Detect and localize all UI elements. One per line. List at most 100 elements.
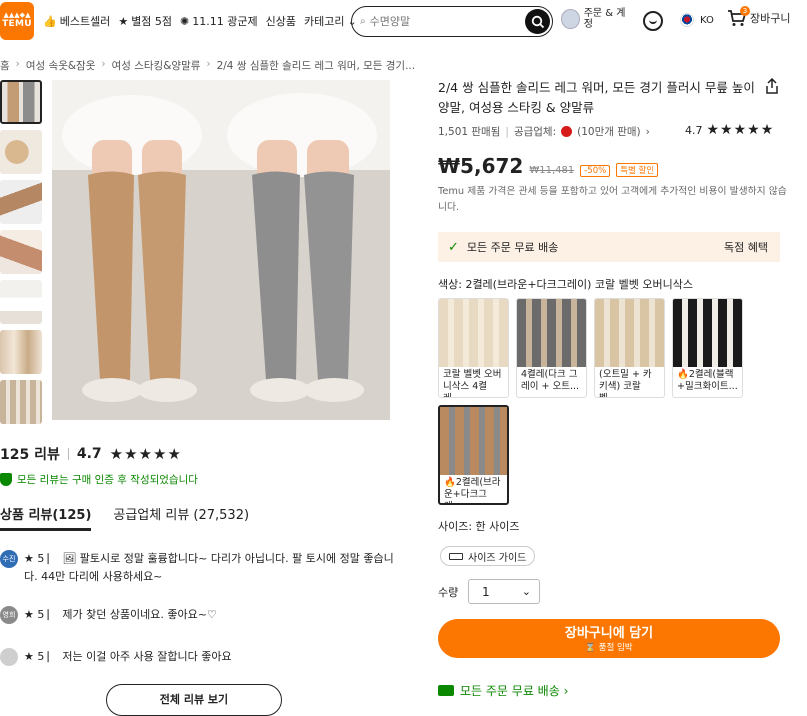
- review-text: ★ 5 ⎸ 제가 찾던 상품이네요. 좋아요~♡: [24, 608, 217, 621]
- verified-text: 모든 리뷰는 구매 인증 후 작성되었습니다: [17, 474, 198, 486]
- color-swatch[interactable]: 4켤레(다크 그레이 + 오트...: [516, 298, 587, 398]
- thumbnail[interactable]: [0, 130, 42, 174]
- color-swatch[interactable]: 코랄 벨벳 오버니삭스 4켤레...: [438, 298, 509, 398]
- size-guide-button[interactable]: 사이즈 가이드: [440, 546, 536, 566]
- avatar[interactable]: 영희: [0, 606, 18, 624]
- temu-logo[interactable]: ▲▲▲◆▲ TEMU: [0, 2, 34, 40]
- main-nav: 👍 베스트셀러 ★ 별점 5점 ✺ 11.11 광군제 신상품 카테고리 ⌄: [43, 13, 357, 29]
- review-rating: 4.7: [76, 446, 102, 462]
- size-guide-label: 사이즈 가이드: [468, 552, 527, 564]
- logo-text: TEMU: [2, 18, 32, 29]
- chevron-down-icon: ⌄: [521, 585, 531, 598]
- search-bar[interactable]: ⌕: [351, 6, 553, 37]
- language-label: KO: [700, 14, 714, 26]
- top-header: ▲▲▲◆▲ TEMU 👍 베스트셀러 ★ 별점 5점 ✺ 11.11 광군제 신상품 카테고리…: [0, 0, 807, 44]
- thumbnail[interactable]: [0, 330, 42, 374]
- breadcrumb-item[interactable]: 2/4 쌍 심플한 솔리드 레그 워머, 모든 경기...: [217, 58, 416, 73]
- supplier-logo-icon[interactable]: [561, 126, 573, 137]
- firework-icon: ✺: [180, 14, 190, 28]
- review-item: 영희 ★ 5 ⎸ 제가 찾던 상품이네요. 좋아요~♡: [0, 606, 394, 624]
- swatch-image: [595, 299, 664, 367]
- korea-flag-icon: [680, 13, 694, 27]
- shipping-left: ✓ 모든 주문 무료 배송: [448, 239, 558, 255]
- color-swatch[interactable]: 🔥2켤레(블랙+밀크화이트...: [672, 298, 743, 398]
- product-title: 2/4 쌍 심플한 솔리드 레그 워머, 모든 경기 플러시 무릎 높이 양말,…: [438, 80, 755, 115]
- account-menu[interactable]: 주문 & 계정: [561, 8, 631, 30]
- discount-badge: -50%: [580, 165, 611, 177]
- search-placeholder-icon: ⌕: [360, 16, 366, 27]
- thumbnail[interactable]: [0, 280, 42, 324]
- quantity-value: 1: [482, 584, 490, 599]
- main-product-image[interactable]: [52, 80, 390, 420]
- swatch-label: 4켤레(다크 그레이 + 오트...: [521, 369, 580, 392]
- nav-label: 베스트셀러: [59, 15, 111, 28]
- shipping-banner[interactable]: ✓ 모든 주문 무료 배송 독점 혜택: [438, 232, 780, 262]
- swatch-label: 🔥2켤레(브라운+다크그레...: [444, 477, 501, 503]
- breadcrumb: 홈 › 여성 속옷&잠옷 › 여성 스타킹&양말류 › 2/4 쌍 심플한 솔리드 레그 워…: [0, 58, 415, 73]
- deal-badge: 특별 할인: [616, 163, 659, 177]
- review-count[interactable]: 125 리뷰: [0, 444, 60, 464]
- search-input[interactable]: [369, 15, 530, 28]
- nav-label: 11.11 광군제: [192, 15, 258, 28]
- size-label: 사이즈: 한 사이즈: [438, 520, 520, 533]
- supplier-sales[interactable]: (10만개 판매): [577, 124, 641, 139]
- product-rating[interactable]: 4.7 ★★★★★: [685, 122, 774, 138]
- free-shipping-link[interactable]: 모든 주문 무료 배송 ›: [438, 682, 568, 699]
- quantity-select[interactable]: 1 ⌄: [468, 579, 540, 604]
- divider: [67, 448, 69, 460]
- shipping-text: 모든 주문 무료 배송: [466, 241, 559, 254]
- nav-item[interactable]: 👍 베스트셀러: [43, 13, 110, 29]
- swatch-image: [517, 299, 586, 367]
- ruler-icon: [449, 552, 463, 560]
- review-tabs: 상품 리뷰(125) 공급업체 리뷰 (27,532): [0, 504, 249, 531]
- review-item: ★ 5 ⎸ 저는 이걸 아주 사용 잘합니다 좋아요: [0, 648, 394, 666]
- nav-item[interactable]: 신상품: [266, 13, 296, 29]
- review-text: ★ 5 ⎸ 저는 이걸 아주 사용 잘합니다 좋아요: [24, 650, 232, 663]
- swatch-image: [440, 407, 507, 475]
- review-text: ★ 5 ⎸ 🖼 팔토시로 정말 훌륭합니다~ 다리가 아닙니다. 팔 토시에 정…: [24, 552, 394, 583]
- thumbnail[interactable]: [0, 80, 42, 124]
- breadcrumb-item[interactable]: 여성 스타킹&양말류: [112, 58, 201, 73]
- nav-item[interactable]: 카테고리 ⌄: [304, 13, 357, 29]
- shipping-extra: 독점 혜택: [724, 241, 768, 254]
- supplier-label: 공급업체:: [513, 126, 557, 138]
- cart-button[interactable]: 3 장바구니: [727, 6, 790, 27]
- shield-icon: [0, 473, 12, 486]
- breadcrumb-item[interactable]: 여성 속옷&잠옷: [26, 58, 96, 73]
- swatch-image: [673, 299, 742, 367]
- review-item: 수진 ★ 5 ⎸ 🖼 팔토시로 정말 훌륭합니다~ 다리가 아닙니다. 팔 토시에…: [0, 550, 394, 586]
- avatar[interactable]: [0, 648, 18, 666]
- sold-count: 1,501 판매됨: [438, 126, 501, 138]
- color-swatch[interactable]: 🔥2켤레(브라운+다크그레...: [438, 405, 509, 505]
- nav-label: 신상품: [265, 15, 296, 28]
- account-label: 주문 & 계정: [583, 8, 626, 30]
- current-price: ₩5,672: [438, 154, 524, 178]
- thumbnail[interactable]: [0, 230, 42, 274]
- thumbnail[interactable]: [0, 180, 42, 224]
- verified-notice: 모든 리뷰는 구매 인증 후 작성되었습니다: [0, 472, 198, 487]
- search-icon: [531, 15, 544, 28]
- divider: |: [505, 125, 509, 138]
- nav-item[interactable]: ✺ 11.11 광군제: [180, 13, 258, 29]
- search-button[interactable]: [525, 9, 550, 34]
- star-badge-icon: ★: [118, 14, 129, 28]
- check-icon: ✓: [448, 239, 459, 255]
- chat-icon[interactable]: [643, 11, 663, 31]
- price-row: ₩5,672 ₩11,481 -50% 특별 할인: [438, 154, 659, 178]
- tab-product-reviews[interactable]: 상품 리뷰(125): [0, 504, 92, 531]
- thumbnail[interactable]: [0, 380, 42, 424]
- color-swatch[interactable]: (오트밀 + 카키색) 코랄 벨...: [594, 298, 665, 398]
- breadcrumb-item[interactable]: 홈: [0, 58, 10, 73]
- rating-value: 4.7: [685, 123, 703, 137]
- add-to-cart-button[interactable]: 장바구니에 담기 ⌛ 품절 임박: [438, 619, 780, 658]
- color-swatches: 코랄 벨벳 오버니삭스 4켤레... 4켤레(다크 그레이 + 오트... (오트밀…: [438, 298, 788, 505]
- tab-supplier-reviews[interactable]: 공급업체 리뷰 (27,532): [113, 504, 249, 531]
- color-label: 색상: 2켤레(브라운+다크그레이) 코랄 벨벳 오버니삭스: [438, 278, 694, 291]
- language-selector[interactable]: KO: [680, 13, 714, 27]
- price-note: Temu 제품 가격은 관세 등을 포함하고 있어 고객에게 추가적인 비용이 …: [438, 186, 787, 213]
- avatar[interactable]: 수진: [0, 550, 18, 568]
- share-icon[interactable]: [765, 78, 779, 94]
- nav-item[interactable]: ★ 별점 5점: [118, 13, 172, 29]
- all-reviews-button[interactable]: 전체 리뷰 보기: [106, 684, 282, 716]
- chevron-right-icon[interactable]: ›: [646, 126, 650, 138]
